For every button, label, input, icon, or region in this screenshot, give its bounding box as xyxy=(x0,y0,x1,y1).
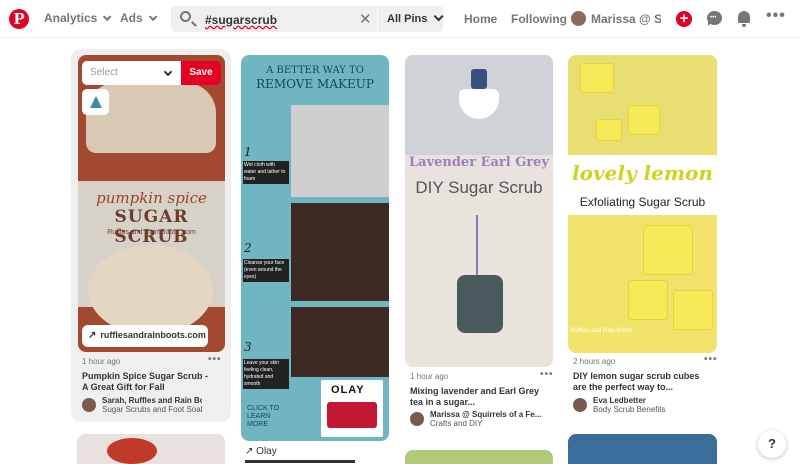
pin-image-text: SUGAR SCRUB xyxy=(114,207,189,247)
more-options-icon[interactable]: ••• xyxy=(766,7,786,25)
search-scope-label: All Pins xyxy=(387,13,428,25)
clear-search-icon[interactable]: ✕ xyxy=(359,10,372,28)
pin-image-text: Leave your skin feeling clean, hydrated … xyxy=(243,359,289,389)
analytics-menu[interactable]: Analytics xyxy=(44,11,112,25)
chevron-down-icon xyxy=(103,12,112,22)
pin-image[interactable]: lovely lemon Exfoliating Sugar Scrub Ruf… xyxy=(568,55,717,353)
create-plus-icon[interactable]: + xyxy=(676,11,692,27)
bottle-graphic xyxy=(471,69,487,89)
messages-icon[interactable]: ••• xyxy=(707,11,722,26)
notifications-bell-icon[interactable] xyxy=(738,11,750,27)
pin-image-text: OLAY xyxy=(331,384,365,396)
pin-image-text: 2 xyxy=(244,241,252,255)
pin-user-avatar[interactable] xyxy=(573,398,587,412)
pin-title[interactable]: Mixing lavender and Earl Grey tea in a s… xyxy=(410,386,540,408)
pin-image-text: Cleanse your face (even around the eyes) xyxy=(243,259,289,282)
pin-photo xyxy=(291,105,389,197)
pin-image-text: Ruffles and Rain Boots .com xyxy=(107,229,196,236)
pin-source-link[interactable]: ↗ rufflesandrainboots.com xyxy=(82,325,208,347)
pin-image-text: REMOVE MAKEUP xyxy=(256,77,374,91)
pin-more-options-icon[interactable]: ••• xyxy=(208,354,222,365)
pin-image-text: Exfoliating Sugar Scrub xyxy=(568,195,717,215)
pin-more-options-icon[interactable]: ••• xyxy=(540,369,554,380)
pin-image-text: Ruffles and Rain Boots xyxy=(571,328,633,334)
pin-title-cropped xyxy=(245,460,355,463)
board-thumbnail-icon[interactable] xyxy=(82,89,109,115)
pin-board-name[interactable]: Sugar Scrubs and Foot Soak... xyxy=(102,405,202,414)
pin-image-text: A BETTER WAY TO xyxy=(266,65,364,76)
pin-photo xyxy=(291,203,389,301)
search-bar[interactable]: #sugarscrub ✕ All Pins xyxy=(171,6,444,32)
lemon-cube-graphic xyxy=(596,119,622,141)
pin-user-avatar[interactable] xyxy=(410,412,424,426)
arrow-up-right-icon: ↗ xyxy=(245,446,257,457)
pin-image-text: Lavender Earl Grey xyxy=(409,155,549,170)
search-icon xyxy=(180,11,191,22)
pin-image[interactable]: Lavender Earl Grey DIY Sugar Scrub xyxy=(405,55,553,367)
pin-user-name[interactable]: Eva Ledbetter xyxy=(593,396,713,405)
pin-image-text: 3 xyxy=(244,340,252,354)
search-scope-dropdown[interactable]: All Pins xyxy=(387,11,444,25)
pin-board-name[interactable]: Body Scrub Benefits xyxy=(593,405,713,414)
pin-user-name[interactable]: Marissa @ Squirrels of a Fe... xyxy=(430,410,550,419)
chevron-down-icon xyxy=(148,12,158,22)
lemon-cube-graphic xyxy=(673,290,713,330)
scrub-bowl-graphic xyxy=(88,245,213,335)
pin-image-text: 1 xyxy=(244,145,252,159)
pin-user-avatar[interactable] xyxy=(82,398,96,412)
search-divider xyxy=(377,6,378,32)
pin-image-text: lovely lemon xyxy=(568,155,717,195)
jar-graphic xyxy=(457,275,503,333)
save-button[interactable]: Save xyxy=(181,61,221,85)
pin-source-link[interactable]: ↗ Olay xyxy=(245,446,277,457)
pin-image-text: CLICK TO LEARN MORE xyxy=(247,405,280,428)
pin-image[interactable] xyxy=(77,434,225,464)
pin-more-options-icon[interactable]: ••• xyxy=(704,354,718,365)
pin-source-link-label: rufflesandrainboots.com xyxy=(100,330,206,340)
analytics-label: Analytics xyxy=(44,11,98,25)
home-link[interactable]: Home xyxy=(464,12,497,26)
pin-timestamp: 1 hour ago xyxy=(410,372,449,381)
pin-title[interactable]: DIY lemon sugar scrub cubes are the perf… xyxy=(573,371,703,393)
chevron-down-icon xyxy=(434,11,444,22)
lemon-cube-graphic xyxy=(628,280,668,320)
ads-menu[interactable]: Ads xyxy=(120,11,158,25)
pin-user-name[interactable]: Sarah, Ruffles and Rain Bo... xyxy=(102,396,202,405)
pin-title[interactable]: Pumpkin Spice Sugar Scrub - A Great Gift… xyxy=(82,371,212,393)
profile-link[interactable]: Marissa @ S... xyxy=(591,12,661,26)
pin-timestamp: 2 hours ago xyxy=(573,357,616,366)
pin-source-label: Olay xyxy=(256,446,277,457)
pin-timestamp: 1 hour ago xyxy=(82,357,121,366)
pin-image[interactable] xyxy=(568,434,717,464)
lemon-cube-graphic xyxy=(628,105,660,135)
pin-image-text: DIY Sugar Scrub xyxy=(415,178,543,197)
pin-image-text: pumpkin spice xyxy=(96,189,207,207)
pin-photo xyxy=(291,307,389,377)
pinterest-logo-icon[interactable]: P xyxy=(9,9,29,29)
lemon-cube-graphic xyxy=(643,225,693,275)
arrow-up-right-icon: ↗ xyxy=(88,330,97,341)
pin-image-text: Wet cloth with water and lather to foam xyxy=(243,161,289,184)
lemon-cube-graphic xyxy=(580,63,614,93)
avatar[interactable] xyxy=(571,11,586,26)
chevron-down-icon xyxy=(163,67,173,77)
ads-label: Ads xyxy=(120,11,143,25)
search-input[interactable]: #sugarscrub xyxy=(205,13,277,27)
help-button[interactable]: ? xyxy=(758,430,786,458)
pin-image[interactable]: A BETTER WAY TO REMOVE MAKEUP 1 Wet clot… xyxy=(241,55,389,441)
pin-image[interactable] xyxy=(405,450,553,464)
lavender-graphic xyxy=(476,215,478,275)
following-link[interactable]: Following xyxy=(511,12,567,26)
board-select-placeholder: Select xyxy=(90,67,118,78)
top-nav-bar: P Analytics Ads #sugarscrub ✕ All Pins H… xyxy=(0,0,800,38)
pin-board-name[interactable]: Crafts and DIY xyxy=(430,419,550,428)
olay-product-graphic: OLAY xyxy=(321,380,383,437)
board-select-dropdown[interactable]: Select xyxy=(82,61,181,85)
